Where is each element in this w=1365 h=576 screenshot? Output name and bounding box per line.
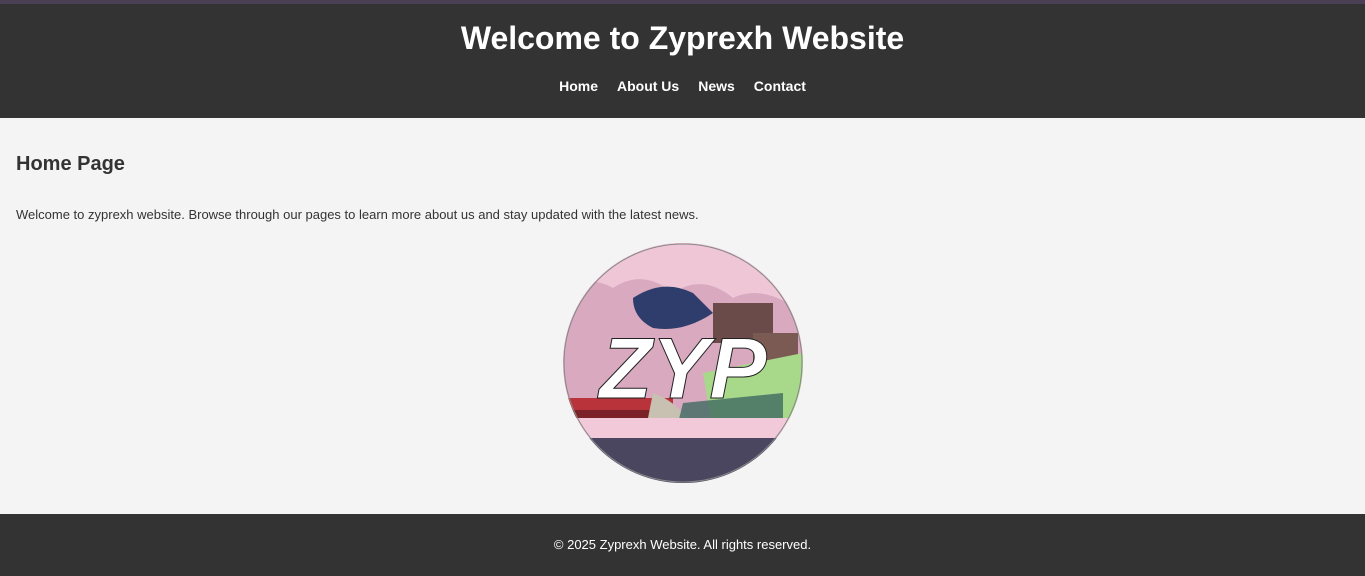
nav-link-about-us[interactable]: About Us bbox=[617, 77, 679, 95]
nav-link-home[interactable]: Home bbox=[559, 77, 598, 95]
footer-copyright: © 2025 Zyprexh Website. All rights reser… bbox=[553, 537, 812, 552]
intro-text: Welcome to zyprexh website. Browse throu… bbox=[16, 207, 699, 222]
site-title: Welcome to Zyprexh Website bbox=[460, 20, 905, 56]
logo-illustration: ZYP bbox=[563, 243, 803, 483]
site-footer: © 2025 Zyprexh Website. All rights reser… bbox=[0, 514, 1365, 576]
logo-ground bbox=[563, 438, 803, 483]
site-logo: ZYP bbox=[563, 243, 803, 483]
page-heading: Home Page bbox=[16, 153, 125, 175]
nav-link-contact[interactable]: Contact bbox=[754, 77, 806, 95]
main-nav: Home About Us News Contact bbox=[0, 77, 1365, 95]
main-content: Home Page Welcome to zyprexh website. Br… bbox=[0, 118, 1365, 514]
logo-text: ZYP bbox=[596, 321, 767, 417]
site-header: Welcome to Zyprexh Website Home About Us… bbox=[0, 4, 1365, 118]
nav-link-news[interactable]: News bbox=[698, 77, 735, 95]
logo-pink-band bbox=[563, 418, 803, 438]
